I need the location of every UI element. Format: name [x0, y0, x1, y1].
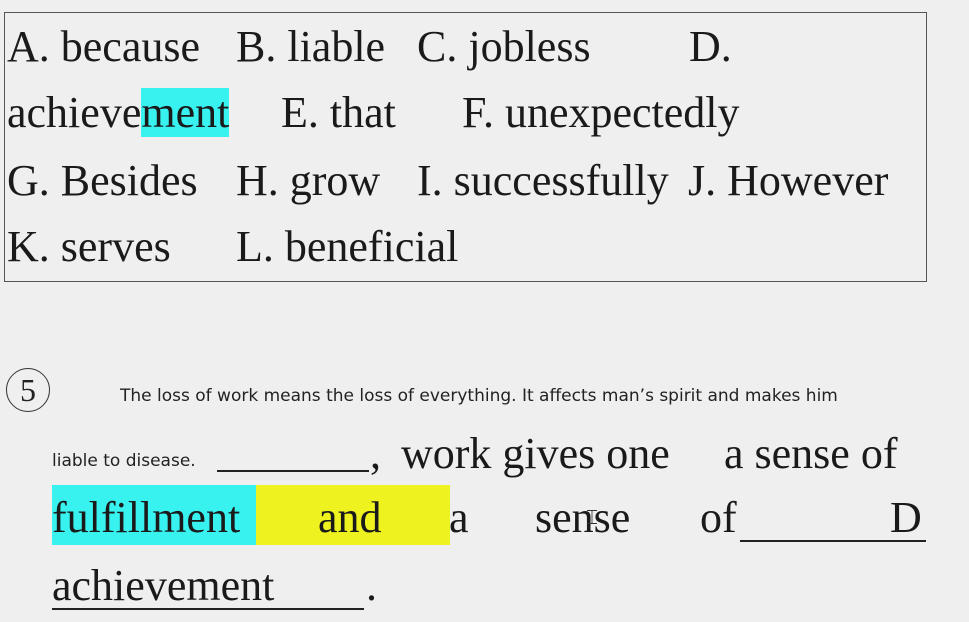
comma: , [370, 429, 381, 478]
text-a-sense-of-line2: a sense of [724, 429, 898, 478]
option-d-word: achievement [7, 88, 230, 137]
option-b: B. liable [236, 22, 386, 71]
option-i: I. successfully [417, 156, 669, 205]
text-work-gives-one: work gives one [401, 429, 670, 478]
option-g: G. Besides [7, 156, 198, 205]
text-and: and [318, 493, 382, 542]
option-k: K. serves [7, 222, 171, 271]
text-of: of [700, 493, 737, 542]
option-d-label: D. [689, 22, 732, 71]
option-e: E. that [281, 88, 396, 137]
answer-word-achievement: achievement [52, 561, 275, 610]
text-cursor-icon: ⌶ [586, 505, 598, 529]
option-l: L. beneficial [236, 222, 459, 271]
question-number-circle: 5 [6, 368, 50, 412]
option-f: F. unexpectedly [462, 88, 740, 137]
answer-blank-1[interactable] [217, 470, 369, 472]
word-options-box: A. because B. liable C. jobless D. achie… [4, 12, 927, 282]
option-a: A. because [7, 22, 201, 71]
question-sentence-2-start: liable to disease. [52, 451, 196, 471]
answer-letter-d: D [890, 493, 922, 542]
answer-blank-2-underline [52, 608, 364, 610]
question-sentence-1: The loss of work means the loss of every… [120, 386, 838, 406]
period: . [366, 561, 377, 610]
option-c: C. jobless [417, 22, 591, 71]
option-d-word-part1: achieve [7, 88, 142, 137]
text-fulfillment: fulfillment [52, 493, 241, 542]
option-d-word-highlight: ment [141, 88, 230, 137]
text-sense: sense [535, 493, 631, 542]
option-j: J. However [688, 156, 889, 205]
text-a: a [449, 493, 469, 542]
option-h: H. grow [236, 156, 381, 205]
